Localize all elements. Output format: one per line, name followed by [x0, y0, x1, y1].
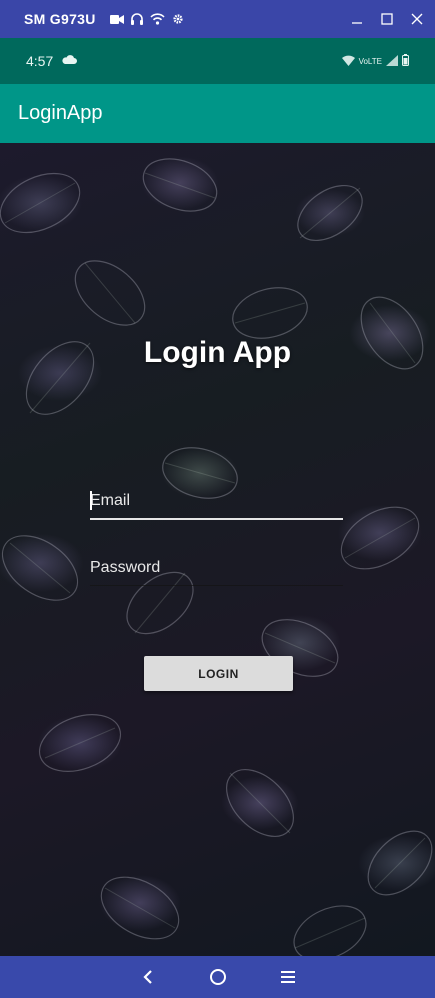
maximize-icon[interactable] — [379, 11, 395, 27]
recents-icon[interactable] — [278, 967, 298, 987]
home-icon[interactable] — [208, 967, 228, 987]
login-button[interactable]: LOGIN — [144, 656, 293, 691]
window-title-bar: SM G973U — [0, 0, 435, 38]
back-icon[interactable] — [138, 967, 158, 987]
minimize-icon[interactable] — [349, 11, 365, 27]
login-heading: Login App — [143, 336, 292, 369]
window-controls — [349, 11, 425, 27]
wifi-icon — [341, 55, 355, 68]
status-time: 4:57 — [26, 53, 54, 69]
gear-icon — [172, 13, 184, 25]
video-camera-icon — [109, 14, 124, 25]
text-cursor — [90, 491, 92, 510]
window-status-icons — [109, 13, 184, 25]
app-bar-title: LoginApp — [18, 102, 103, 124]
app-bar: LoginApp — [0, 84, 435, 143]
close-icon[interactable] — [409, 11, 425, 27]
headphones-icon — [130, 13, 143, 25]
network-label: VoLTE — [358, 56, 382, 66]
login-screen: Login App LOGIN — [0, 143, 435, 956]
window-title: SM G973U — [24, 11, 96, 27]
status-right-icons: VoLTE — [341, 54, 409, 68]
navigation-bar — [0, 956, 435, 998]
password-field[interactable] — [90, 550, 343, 586]
wifi-icon — [150, 13, 165, 25]
battery-icon — [402, 54, 409, 68]
status-bar: 4:57 VoLTE — [0, 38, 435, 84]
email-field[interactable] — [90, 484, 343, 520]
cloud-icon — [61, 52, 78, 70]
signal-icon — [386, 54, 398, 68]
